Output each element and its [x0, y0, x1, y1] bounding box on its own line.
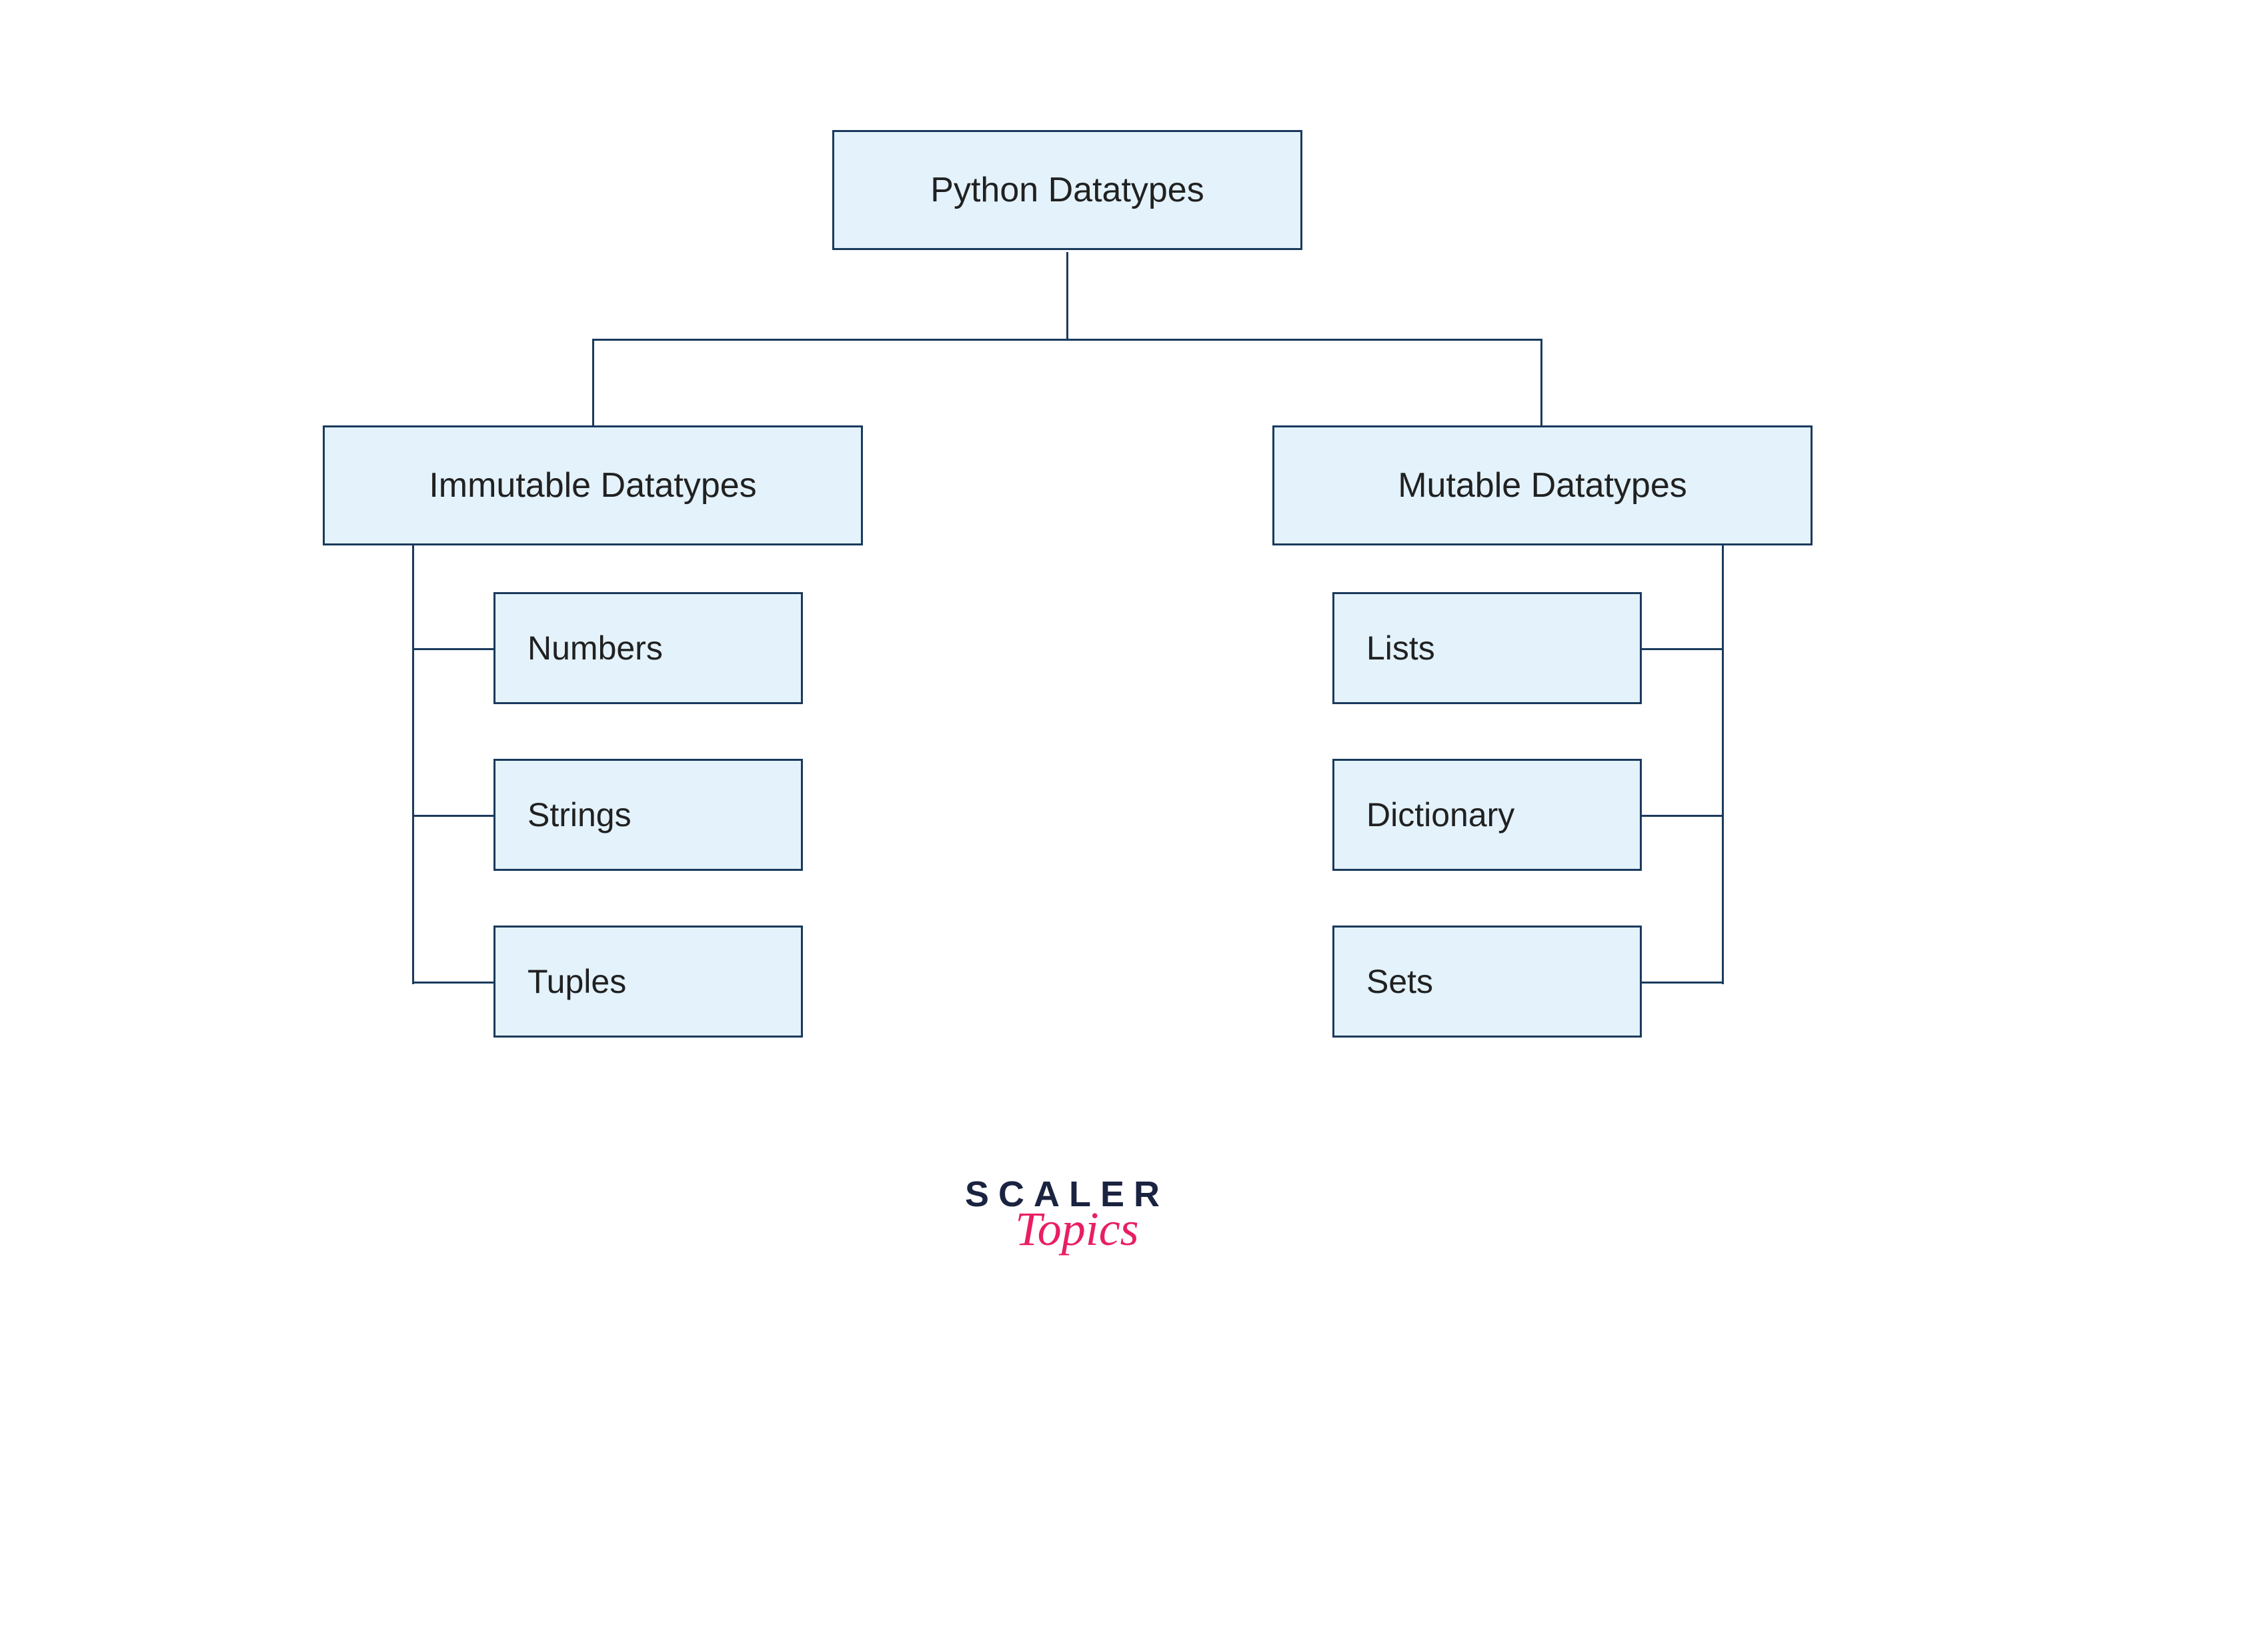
- leaf-strings: Strings: [493, 759, 803, 871]
- connector: [592, 339, 1542, 341]
- hierarchy-diagram: Python Datatypes Immutable Datatypes Mut…: [0, 0, 2268, 1637]
- brand-logo: SCALER Topics: [947, 1174, 1187, 1257]
- leaf-lists: Lists: [1332, 592, 1642, 704]
- category-immutable: Immutable Datatypes: [323, 425, 863, 545]
- connector: [412, 545, 414, 984]
- leaf-tuples: Tuples: [493, 926, 803, 1038]
- leaf-sets: Sets: [1332, 926, 1642, 1038]
- connector: [1642, 815, 1723, 817]
- root-node: Python Datatypes: [832, 130, 1302, 250]
- leaf-numbers: Numbers: [493, 592, 803, 704]
- leaf-dictionary: Dictionary: [1332, 759, 1642, 871]
- connector: [1066, 252, 1068, 339]
- connector: [1642, 648, 1723, 650]
- connector: [1642, 982, 1723, 984]
- connector: [412, 648, 493, 650]
- connector: [412, 982, 493, 984]
- connector: [1722, 545, 1724, 984]
- category-mutable: Mutable Datatypes: [1272, 425, 1813, 545]
- connector: [412, 815, 493, 817]
- connector: [1540, 339, 1542, 425]
- connector: [592, 339, 594, 425]
